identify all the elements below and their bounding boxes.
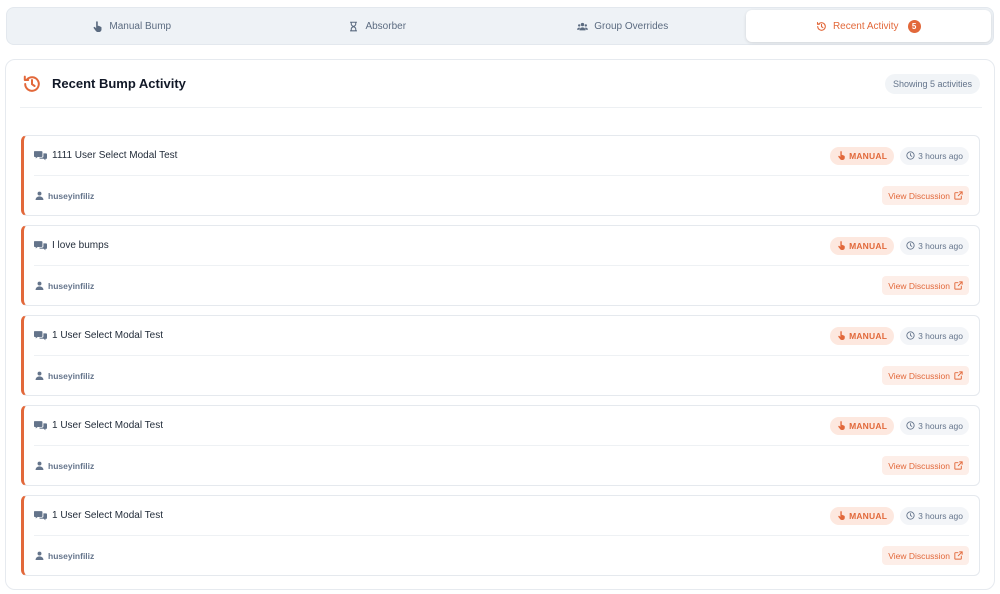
tab-bar: Manual Bump Absorber Group Overrides Rec… [6,7,994,45]
activity-item: 1 User Select Modal Test MANUAL 3 hours … [21,495,980,576]
bump-type-badge: MANUAL [830,146,895,165]
user-icon [35,461,44,470]
view-discussion-button[interactable]: View Discussion [882,456,969,475]
external-link-icon [954,191,963,200]
timestamp: 3 hours ago [900,416,969,435]
activity-item-header: 1 User Select Modal Test MANUAL 3 hours … [34,496,969,536]
timestamp: 3 hours ago [900,326,969,345]
view-discussion-label: View Discussion [888,370,950,381]
bump-type-label: MANUAL [849,240,888,251]
pointer-hand-icon [838,331,845,340]
username-link[interactable]: huseyinfiliz [48,191,94,201]
tab-label: Group Overrides [594,20,669,32]
activity-item: 1111 User Select Modal Test MANUAL 3 hou… [21,135,980,216]
external-link-icon [954,551,963,560]
history-icon [816,21,826,31]
discussion-title: I love bumps [52,240,109,251]
clock-icon [906,151,915,160]
bump-type-badge: MANUAL [830,506,895,525]
timestamp-label: 3 hours ago [918,150,963,161]
activity-item-header: 1111 User Select Modal Test MANUAL 3 hou… [34,136,969,176]
activity-item: 1 User Select Modal Test MANUAL 3 hours … [21,405,980,486]
activity-item-footer: huseyinfiliz View Discussion [34,536,969,575]
bump-type-label: MANUAL [849,150,888,161]
timestamp-label: 3 hours ago [918,240,963,251]
activity-item-footer: huseyinfiliz View Discussion [34,446,969,485]
timestamp-label: 3 hours ago [918,420,963,431]
activity-item-footer: huseyinfiliz View Discussion [34,266,969,305]
user-icon [35,281,44,290]
bump-type-label: MANUAL [849,420,888,431]
comments-icon [34,241,47,251]
discussion-title: 1111 User Select Modal Test [52,150,178,161]
username-link[interactable]: huseyinfiliz [48,551,94,561]
tab-label: Recent Activity [832,20,899,32]
view-discussion-label: View Discussion [888,280,950,291]
comments-icon [34,511,47,521]
username-link[interactable]: huseyinfiliz [48,281,94,291]
view-discussion-button[interactable]: View Discussion [882,366,969,385]
bump-type-label: MANUAL [849,330,888,341]
bump-type-label: MANUAL [849,510,888,521]
bump-type-badge: MANUAL [830,326,895,345]
clock-icon [906,421,915,430]
activity-item-header: 1 User Select Modal Test MANUAL 3 hours … [34,406,969,446]
tab-group-overrides[interactable]: Group Overrides [500,10,746,42]
panel-title: Recent Bump Activity [52,76,186,91]
user-icon [35,371,44,380]
activity-item: I love bumps MANUAL 3 hours ago huseyinf… [21,225,980,306]
activity-item-footer: huseyinfiliz View Discussion [34,176,969,215]
tab-recent-activity[interactable]: Recent Activity 5 [745,10,991,42]
clock-icon [906,511,915,520]
pointer-hand-icon [93,20,102,32]
activity-item-header: 1 User Select Modal Test MANUAL 3 hours … [34,316,969,356]
view-discussion-label: View Discussion [888,460,950,471]
pointer-hand-icon [838,421,845,430]
timestamp: 3 hours ago [900,236,969,255]
timestamp: 3 hours ago [900,146,969,165]
view-discussion-button[interactable]: View Discussion [882,186,969,205]
timestamp: 3 hours ago [900,506,969,525]
users-group-icon [577,22,589,30]
comments-icon [34,151,47,161]
comments-icon [34,331,47,341]
pointer-hand-icon [838,151,845,160]
username-link[interactable]: huseyinfiliz [48,461,94,471]
username-link[interactable]: huseyinfiliz [48,371,94,381]
user-icon [35,191,44,200]
activity-item-footer: huseyinfiliz View Discussion [34,356,969,395]
recent-activity-panel: Recent Bump Activity Showing 5 activitie… [5,59,995,590]
tab-label: Manual Bump [109,20,172,32]
discussion-title: 1 User Select Modal Test [52,510,163,521]
bump-type-badge: MANUAL [830,416,895,435]
discussion-title: 1 User Select Modal Test [52,330,163,341]
tab-label: Absorber [365,20,407,32]
bump-type-badge: MANUAL [830,236,895,255]
activity-item: 1 User Select Modal Test MANUAL 3 hours … [21,315,980,396]
external-link-icon [954,371,963,380]
external-link-icon [954,461,963,470]
pointer-hand-icon [838,241,845,250]
comments-icon [34,421,47,431]
clock-icon [906,331,915,340]
discussion-title: 1 User Select Modal Test [52,420,163,431]
view-discussion-label: View Discussion [888,190,950,201]
tab-manual-bump[interactable]: Manual Bump [9,10,255,42]
view-discussion-button[interactable]: View Discussion [882,546,969,565]
view-discussion-label: View Discussion [888,550,950,561]
timestamp-label: 3 hours ago [918,510,963,521]
panel-header: Recent Bump Activity Showing 5 activitie… [20,60,982,108]
hourglass-icon [350,21,358,31]
clock-icon [906,241,915,250]
external-link-icon [954,281,963,290]
user-icon [35,551,44,560]
activity-count-badge: 5 [907,19,921,33]
timestamp-label: 3 hours ago [918,330,963,341]
activity-item-header: I love bumps MANUAL 3 hours ago [34,226,969,266]
tab-absorber[interactable]: Absorber [255,10,501,42]
view-discussion-button[interactable]: View Discussion [882,276,969,295]
activity-count-label: Showing 5 activities [884,73,980,94]
pointer-hand-icon [838,511,845,520]
history-icon [23,75,40,92]
